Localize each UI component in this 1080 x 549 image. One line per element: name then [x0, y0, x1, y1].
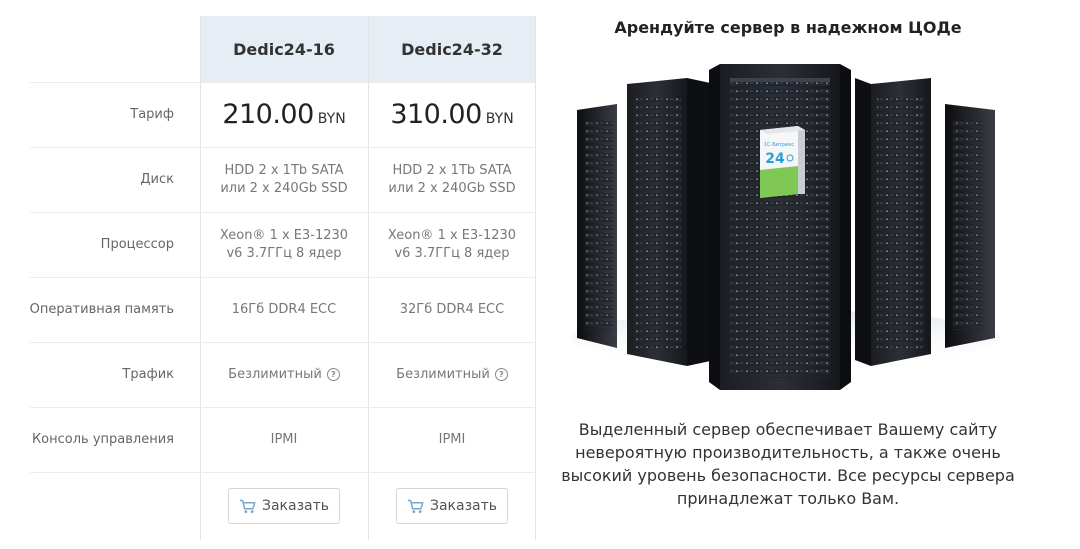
ram-value: 16Гб DDR4 ECC — [231, 301, 337, 317]
row-disk: Диск HDD 2 x 1Tb SATA или 2 x 240Gb SSD … — [30, 147, 536, 212]
promo-description: Выделенный сервер обеспечивает Вашему са… — [561, 420, 1015, 508]
order-cell: Заказать — [368, 472, 536, 540]
order-button[interactable]: Заказать — [395, 488, 509, 524]
row-label-tariff: Тариф — [130, 107, 174, 122]
order-button-label: Заказать — [261, 498, 330, 514]
question-circle-icon[interactable]: ? — [494, 368, 508, 381]
price-cell: 210.00 BYN — [200, 82, 368, 147]
plan-name: Dedic24-16 — [233, 39, 335, 59]
row-order: Заказать Заказать — [30, 472, 536, 540]
traffic-cell: Безлимитный? — [200, 342, 368, 407]
console-value: IPMI — [270, 431, 298, 447]
cart-icon — [407, 499, 424, 513]
row-label-disk: Диск — [140, 172, 174, 187]
promo-title: Арендуйте сервер в надежном ЦОДе — [614, 18, 962, 37]
row-traffic: Трафик Безлимитный? Безлимитный? — [30, 342, 536, 407]
cpu-value: Xeon® 1 x E3-1230 v6 3.7ГГц 8 ядер — [219, 227, 349, 261]
traffic-value: Безлимитный — [396, 366, 490, 382]
price-currency: BYN — [317, 110, 346, 127]
console-value: IPMI — [438, 431, 466, 447]
row-label-ram: Оперативная память — [29, 302, 174, 317]
price-cell: 310.00 BYN — [368, 82, 536, 147]
pricing-table: Dedic24-16 Dedic24-32 Тариф 210.00 BYN 31… — [30, 16, 536, 540]
row-console: Консоль управления IPMI IPMI — [30, 407, 536, 472]
price-value: 210.00 — [222, 98, 314, 130]
traffic-value: Безлимитный — [228, 366, 322, 382]
server-racks-image: 1С-Битрикс 24 — [571, 64, 1001, 390]
order-cell: Заказать — [200, 472, 368, 540]
price-value: 310.00 — [390, 98, 482, 130]
disk-value: HDD 2 x 1Tb SATA или 2 x 240Gb SSD — [388, 162, 516, 196]
bitrix24-box-icon: 1С-Битрикс 24 — [760, 126, 805, 198]
price-currency: BYN — [485, 110, 514, 127]
row-cpu: Процессор Xeon® 1 x E3-1230 v6 3.7ГГц 8 … — [30, 212, 536, 277]
row-label-traffic: Трафик — [122, 367, 174, 382]
cart-icon — [239, 499, 256, 513]
row-label-console: Консоль управления — [31, 432, 174, 447]
svg-text:24: 24 — [765, 151, 785, 167]
traffic-cell: Безлимитный? — [368, 342, 536, 407]
disk-value: HDD 2 x 1Tb SATA или 2 x 240Gb SSD — [220, 162, 348, 196]
cpu-value: Xeon® 1 x E3-1230 v6 3.7ГГц 8 ядер — [387, 227, 517, 261]
order-button-label: Заказать — [429, 498, 498, 514]
row-tariff: Тариф 210.00 BYN 310.00 BYN — [30, 82, 536, 147]
svg-text:1С-Битрикс: 1С-Битрикс — [764, 142, 795, 148]
row-ram: Оперативная память 16Гб DDR4 ECC 32Гб DD… — [30, 277, 536, 342]
question-circle-icon[interactable]: ? — [326, 368, 340, 381]
plan-name: Dedic24-32 — [401, 39, 503, 59]
ram-value: 32Гб DDR4 ECC — [399, 301, 505, 317]
order-button[interactable]: Заказать — [227, 488, 341, 524]
row-label-cpu: Процессор — [100, 237, 174, 252]
